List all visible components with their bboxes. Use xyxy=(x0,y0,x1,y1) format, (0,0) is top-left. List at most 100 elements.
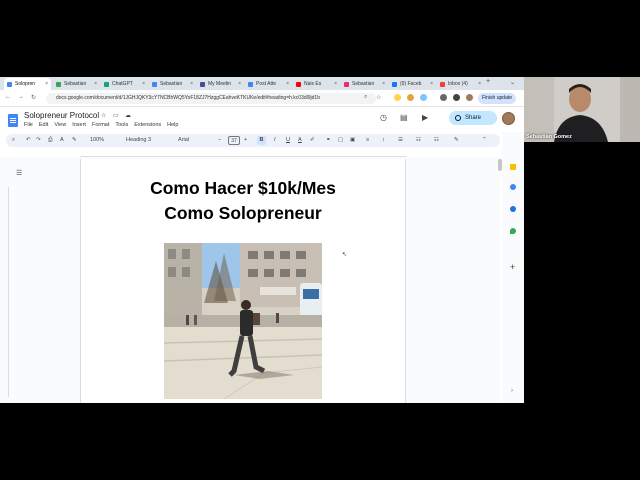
tab-sebastian-docs[interactable]: Sebastian × xyxy=(149,78,196,90)
bold-button[interactable]: B xyxy=(257,136,266,145)
document-outline-icon[interactable]: ☰ xyxy=(16,169,22,177)
close-icon[interactable]: × xyxy=(94,81,97,87)
close-icon[interactable]: × xyxy=(430,81,433,87)
search-icon[interactable]: ⌕ xyxy=(12,137,15,144)
menu-extensions[interactable]: Extensions xyxy=(134,122,161,128)
italic-button[interactable]: I xyxy=(274,137,276,143)
checklist-icon[interactable]: ☰ xyxy=(398,137,403,143)
redo-icon[interactable]: ↷ xyxy=(36,137,41,143)
close-icon[interactable]: × xyxy=(190,81,193,87)
menu-format[interactable]: Format xyxy=(92,122,109,128)
comment-icon[interactable]: ▢ xyxy=(338,137,343,143)
instagram-favicon-icon xyxy=(344,81,349,87)
tab-instagram[interactable]: Sebastian × xyxy=(341,78,388,90)
document-heading[interactable]: Como Hacer $10k/Mes Como Solopreneur xyxy=(80,176,406,226)
youtube-favicon-icon xyxy=(296,81,301,87)
tab-search-icon[interactable]: ⌄ xyxy=(510,79,515,86)
decrease-font-icon[interactable]: − xyxy=(218,137,221,143)
back-icon[interactable]: ← xyxy=(5,94,11,100)
comments-icon[interactable]: ▤ xyxy=(400,113,408,122)
tab-label: Solopren xyxy=(15,81,36,87)
maps-icon[interactable] xyxy=(510,228,516,234)
highlight-icon[interactable]: ✐ xyxy=(310,137,315,143)
tab-solopreneur[interactable]: Solopren × xyxy=(4,78,51,90)
close-icon[interactable]: × xyxy=(382,81,385,87)
document-photo[interactable] xyxy=(164,243,322,399)
add-addon-icon[interactable]: + xyxy=(510,262,515,272)
avatar[interactable] xyxy=(502,112,515,125)
bookmark-star-icon[interactable]: ☆ xyxy=(376,94,381,101)
meet-camera-icon[interactable]: ▶ xyxy=(422,113,428,122)
tab-gmail-inbox[interactable]: Inbox (4) × xyxy=(437,78,484,90)
puzzle-extensions-icon[interactable] xyxy=(440,94,447,101)
font-size-input[interactable]: 37 xyxy=(228,136,240,145)
extension-icon[interactable] xyxy=(407,94,414,101)
history-icon[interactable]: ◷ xyxy=(380,113,387,122)
numbered-list-icon[interactable]: ☷ xyxy=(434,137,439,143)
underline-button[interactable]: U xyxy=(286,137,290,143)
keep-icon[interactable] xyxy=(510,164,516,170)
tab-label: Inbox (4) xyxy=(448,81,468,87)
collapse-toolbar-icon[interactable]: ⌃ xyxy=(482,137,487,143)
increase-font-icon[interactable]: + xyxy=(244,137,247,143)
tab-facebook[interactable]: (9) Faceb × xyxy=(389,78,436,90)
finish-update-button[interactable]: Finish update xyxy=(478,93,517,104)
menu-edit[interactable]: Edit xyxy=(39,122,48,128)
google-docs-logo-icon[interactable] xyxy=(8,114,18,127)
tab-youtube[interactable]: Nais Es × xyxy=(293,78,340,90)
facebook-favicon-icon xyxy=(392,81,397,87)
vertical-ruler xyxy=(4,187,9,397)
document-title[interactable]: Solopreneur Protocol xyxy=(24,111,99,120)
font-family-select[interactable]: Arial xyxy=(178,137,189,143)
line-spacing-icon[interactable]: ↕ xyxy=(382,137,385,143)
screen: Solopren × Sebastian × ChatGPT × Sebasti… xyxy=(0,0,640,480)
reload-icon[interactable]: ↻ xyxy=(31,94,36,101)
tab-strip: Solopren × Sebastian × ChatGPT × Sebasti… xyxy=(0,77,524,90)
paragraph-style-select[interactable]: Heading 3 xyxy=(126,137,151,143)
globe-favicon-icon xyxy=(248,81,253,87)
close-icon[interactable]: × xyxy=(45,81,48,87)
docs-favicon-icon xyxy=(7,81,12,87)
align-icon[interactable]: ≡ xyxy=(366,137,369,143)
move-folder-icon[interactable]: ▭ xyxy=(113,112,119,119)
undo-icon[interactable]: ↶ xyxy=(26,137,31,143)
forward-icon[interactable]: → xyxy=(18,94,24,100)
new-tab-button[interactable]: + xyxy=(486,78,490,85)
close-icon[interactable]: × xyxy=(238,81,241,87)
close-icon[interactable]: × xyxy=(478,81,481,87)
close-icon[interactable]: × xyxy=(286,81,289,87)
image-icon[interactable]: ▣ xyxy=(350,137,355,143)
paint-format-icon[interactable]: ✎ xyxy=(72,137,77,143)
tab-sebastian-sheets[interactable]: Sebastian × xyxy=(53,78,100,90)
spellcheck-icon[interactable]: A xyxy=(60,137,64,143)
extension-icon[interactable] xyxy=(420,94,427,101)
menu-insert[interactable]: Insert xyxy=(72,122,86,128)
tab-my-meetings[interactable]: My Meetin × xyxy=(197,78,244,90)
print-icon[interactable]: ⎙ xyxy=(48,137,52,144)
street-photo-image xyxy=(164,243,322,399)
contacts-icon[interactable] xyxy=(510,206,516,212)
menu-help[interactable]: Help xyxy=(167,122,178,128)
download-icon[interactable] xyxy=(453,94,460,101)
close-icon[interactable]: × xyxy=(142,81,145,87)
chevron-right-icon[interactable]: › xyxy=(511,388,513,394)
zoom-select[interactable]: 100% xyxy=(90,137,104,143)
extension-icon[interactable] xyxy=(394,94,401,101)
url-bar[interactable]: docs.google.com/document/d/1JGHJQKY3cY7N… xyxy=(46,93,376,104)
tab-label: Sebastian xyxy=(64,81,87,87)
share-button[interactable]: Share xyxy=(449,111,497,125)
bulleted-list-icon[interactable]: ☷ xyxy=(416,137,421,143)
close-icon[interactable]: × xyxy=(334,81,337,87)
link-icon[interactable]: ⚭ xyxy=(326,137,331,143)
tasks-icon[interactable] xyxy=(510,184,516,190)
profile-avatar-icon[interactable] xyxy=(466,94,473,101)
star-icon[interactable]: ☆ xyxy=(101,112,106,119)
menu-view[interactable]: View xyxy=(54,122,66,128)
text-color-icon[interactable]: A xyxy=(298,137,302,143)
menu-tools[interactable]: Tools xyxy=(115,122,128,128)
tab-chatgpt[interactable]: ChatGPT × xyxy=(101,78,148,90)
editing-mode-icon[interactable]: ✎ xyxy=(454,137,459,143)
zoom-icon[interactable]: ⌕ xyxy=(364,94,367,101)
tab-post-attendee[interactable]: Post Atte × xyxy=(245,78,292,90)
menu-file[interactable]: File xyxy=(24,122,33,128)
